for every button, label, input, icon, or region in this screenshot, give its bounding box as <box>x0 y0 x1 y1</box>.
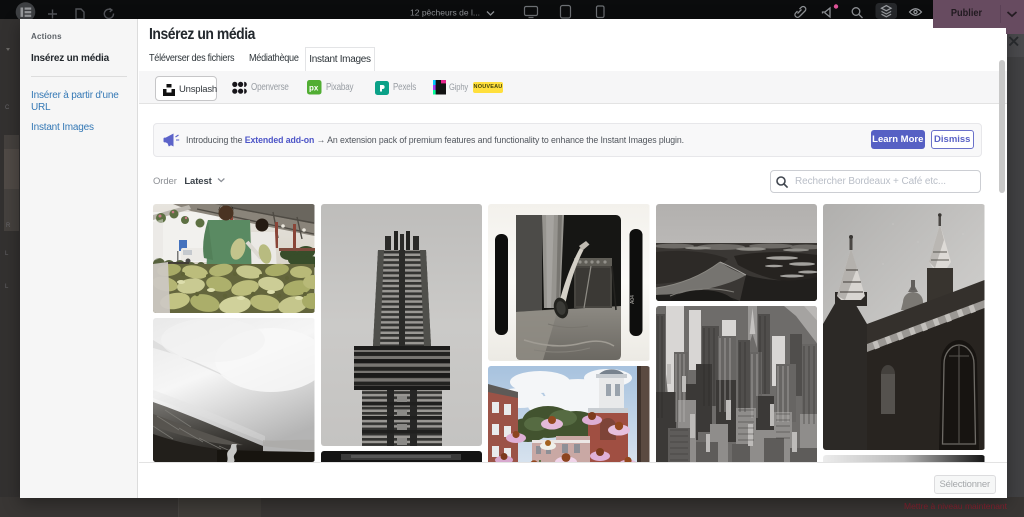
svg-text:L: L <box>5 251 9 257</box>
svg-text:12 pêcheurs de l...: 12 pêcheurs de l... <box>410 8 480 18</box>
svg-text:R: R <box>6 223 11 229</box>
svg-text:C: C <box>5 105 10 111</box>
svg-text:px: px <box>309 84 319 93</box>
svg-text:A04: A04 <box>630 295 636 304</box>
svg-text:L: L <box>5 284 9 290</box>
